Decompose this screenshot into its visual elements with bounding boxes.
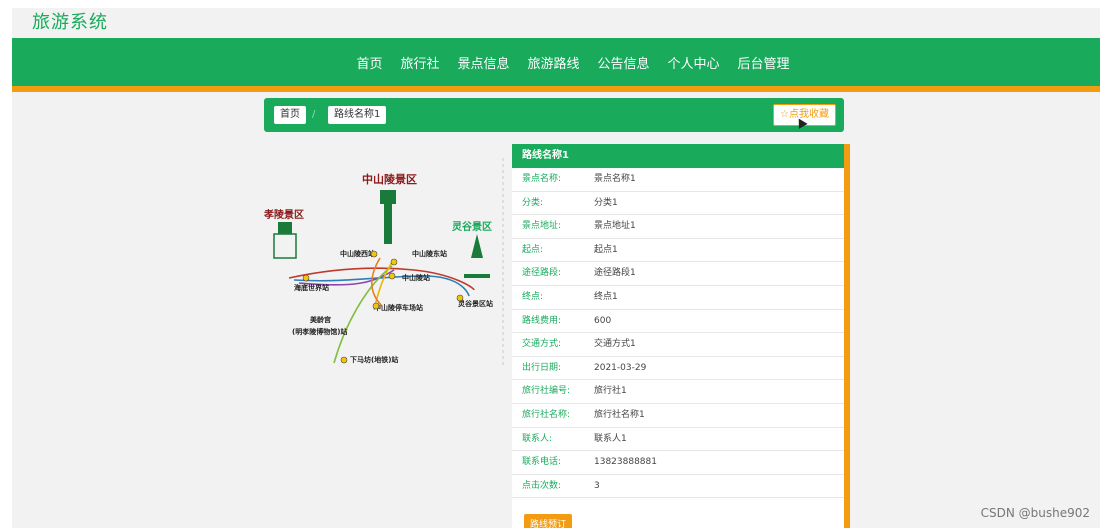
watermark: CSDN @bushe902 (980, 506, 1090, 520)
detail-row: 联系人: 联系人1 (512, 428, 844, 452)
detail-row: 分类: 分类1 (512, 192, 844, 216)
station-label: 中山陵东站 (412, 249, 447, 258)
title-bar: 旅游系统 (12, 8, 1100, 36)
nav-item-agency[interactable]: 旅行社 (400, 53, 439, 72)
top-cropped-text (0, 0, 1106, 8)
detail-value: 13823888881 (594, 457, 657, 468)
station-label: 下马坊(地铁)站 (350, 355, 398, 364)
nav-item-admin[interactable]: 后台管理 (738, 53, 790, 72)
detail-key: 景点名称: (522, 174, 562, 184)
detail-value: 起点1 (594, 244, 618, 255)
detail-row: 路线费用: 600 (512, 310, 844, 334)
detail-row: 景点名称: 景点名称1 (512, 168, 844, 192)
detail-value: 2021-03-29 (594, 362, 647, 373)
detail-key: 途径路段: (522, 268, 562, 279)
detail-key: 分类: (522, 197, 544, 208)
main-nav: 首页 旅行社 景点信息 旅游路线 公告信息 个人中心 后台管理 (12, 38, 1100, 92)
nav-item-scenic[interactable]: 景点信息 (457, 53, 509, 72)
detail-row: 景点地址: 景点地址1 (512, 215, 844, 239)
site-title: 旅游系统 (32, 12, 108, 33)
detail-row: 出行日期: 2021-03-29 (512, 357, 844, 381)
mausoleum-icon (380, 190, 396, 244)
detail-key: 起点: (522, 244, 544, 255)
detail-row: 联系电话: 13823888881 (512, 451, 844, 475)
detail-key: 出行日期: (522, 362, 562, 373)
detail-key: 路线费用: (522, 315, 562, 326)
detail-row: 终点: 终点1 (512, 286, 844, 310)
detail-value: 600 (594, 315, 612, 326)
pavilion-icon (273, 222, 297, 259)
map-label-area1: 中山陵景区 (362, 172, 417, 186)
detail-value: 终点1 (594, 291, 618, 302)
map-label-area2: 孝陵景区 (264, 208, 304, 221)
detail-key: 旅行社编号: (522, 386, 571, 397)
detail-value: 景点名称1 (594, 174, 636, 184)
station-label: 中山陵站 (402, 273, 430, 282)
detail-row: 旅行社名称: 旅行社名称1 (512, 404, 844, 428)
detail-value: 旅行社名称1 (594, 409, 645, 420)
route-detail-panel: 路线名称1 景点名称: 景点名称1 分类: 分类1 景点地址: 景点地址1 起点: 起点… (512, 144, 850, 528)
detail-value: 旅行社1 (594, 386, 627, 397)
map-divider (502, 158, 504, 368)
detail-row: 点击次数: 3 (512, 475, 844, 499)
route-detail-title: 路线名称1 (512, 144, 844, 168)
breadcrumb-separator: / (312, 109, 316, 120)
route-map-image: 中山陵景区 孝陵景区 灵谷景区 中山陵西站 中山陵东站 中山陵站 海底世界站 中… (264, 172, 493, 364)
station-label: (明孝陵博物馆)站 (292, 327, 347, 336)
station-label: 中山陵西站 (340, 249, 375, 258)
breadcrumb-home[interactable]: 首页 (274, 106, 306, 124)
detail-key: 联系电话: (522, 457, 562, 468)
detail-row: 旅行社编号: 旅行社1 (512, 380, 844, 404)
nav-item-profile[interactable]: 个人中心 (668, 53, 720, 72)
detail-key: 点击次数: (522, 480, 562, 491)
detail-row: 起点: 起点1 (512, 239, 844, 263)
detail-key: 景点地址: (522, 221, 562, 232)
nav-item-home[interactable]: 首页 (356, 53, 382, 72)
detail-row: 途径路段: 途径路段1 (512, 262, 844, 286)
breadcrumb-current: 路线名称1 (328, 106, 387, 124)
detail-value: 分类1 (594, 197, 618, 208)
detail-key: 旅行社名称: (522, 409, 571, 420)
detail-value: 3 (594, 480, 600, 491)
station-label: 灵谷景区站 (458, 299, 493, 308)
detail-value: 途径路段1 (594, 268, 636, 279)
station-label: 海底世界站 (294, 283, 329, 292)
detail-value: 景点地址1 (594, 221, 636, 232)
detail-key: 终点: (522, 291, 544, 302)
pagoda-icon (464, 234, 490, 278)
detail-key: 交通方式: (522, 339, 562, 350)
book-route-button[interactable]: 路线预订 (524, 514, 573, 528)
nav-item-route[interactable]: 旅游路线 (527, 53, 579, 72)
nav-item-notice[interactable]: 公告信息 (598, 53, 650, 72)
station-label: 中山陵停车场站 (374, 303, 423, 312)
map-label-area3: 灵谷景区 (452, 220, 492, 233)
detail-value: 联系人1 (594, 433, 627, 444)
detail-value: 交通方式1 (594, 339, 636, 350)
detail-key: 联系人: (522, 433, 553, 444)
page: 旅游系统 首页 旅行社 景点信息 旅游路线 公告信息 个人中心 后台管理 首页 … (12, 8, 1100, 528)
breadcrumb: 首页 / 路线名称1 ☆点我收藏 (264, 98, 844, 132)
detail-row: 交通方式: 交通方式1 (512, 333, 844, 357)
station-label: 美龄宫 (310, 315, 331, 324)
